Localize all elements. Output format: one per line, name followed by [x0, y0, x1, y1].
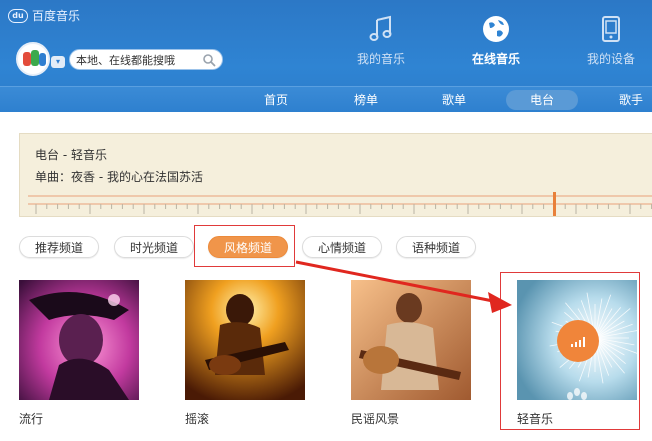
- subnav-home[interactable]: 首页: [252, 90, 300, 110]
- station-cover-folk[interactable]: [351, 280, 471, 400]
- tab-era-channel[interactable]: 时光频道: [114, 236, 194, 258]
- sub-navigation: 首页 榜单 歌单 电台 歌手: [0, 86, 652, 112]
- subnav-charts[interactable]: 榜单: [342, 90, 390, 110]
- subnav-radio[interactable]: 电台: [506, 90, 578, 110]
- baidu-music-logo-icon: du: [8, 8, 28, 23]
- baidu-paw-logo-icon: [567, 388, 587, 411]
- song-title: 单曲：夜香 - 我的心在法国苏活: [35, 170, 203, 184]
- search-icon[interactable]: [202, 53, 216, 67]
- tab-my-device-label: 我的设备: [586, 52, 635, 66]
- highlight-box-style-tab: [194, 225, 295, 267]
- app-title-text: 百度音乐: [32, 9, 81, 23]
- now-playing-panel: 电台 - 轻音乐 单曲：夜香 - 我的心在法国苏活: [19, 133, 652, 217]
- app-title: du 百度音乐: [8, 7, 80, 24]
- baidu-watermark: [560, 382, 640, 422]
- tab-my-music-label: 我的音乐: [356, 52, 405, 66]
- timeline-marker: [553, 192, 556, 216]
- search-input[interactable]: [76, 52, 202, 68]
- tab-online-music[interactable]: 在线音乐: [456, 14, 536, 67]
- tab-my-device[interactable]: 我的设备: [571, 14, 651, 67]
- device-icon: [602, 16, 620, 42]
- music-note-icon: [369, 15, 392, 41]
- station-card-folk[interactable]: 民谣风景: [351, 280, 471, 426]
- tab-recommended-channel[interactable]: 推荐频道: [19, 236, 99, 258]
- subnav-playlists[interactable]: 歌单: [430, 90, 478, 110]
- avatar-dropdown-icon[interactable]: ▾: [51, 56, 65, 68]
- globe-icon: [483, 16, 509, 42]
- station-card-rock[interactable]: 摇滚: [185, 280, 305, 426]
- station-label-folk[interactable]: 民谣风景: [351, 410, 399, 427]
- tab-mood-channel[interactable]: 心情频道: [302, 236, 382, 258]
- channel-tabs: 推荐频道 时光频道 风格频道 心情频道 语种频道: [0, 234, 652, 260]
- station-card-pop[interactable]: 流行: [19, 280, 139, 426]
- header-bar: du 百度音乐 ▾ 我的音乐 在线音乐 我的: [0, 0, 652, 112]
- station-cover-pop[interactable]: [19, 280, 139, 400]
- station-cover-rock[interactable]: [185, 280, 305, 400]
- tab-online-music-label: 在线音乐: [471, 52, 520, 66]
- subnav-artists[interactable]: 歌手: [610, 90, 652, 110]
- search-box[interactable]: [69, 49, 223, 70]
- station-label-pop[interactable]: 流行: [19, 410, 43, 427]
- tab-my-music[interactable]: 我的音乐: [341, 14, 421, 67]
- avatar[interactable]: [16, 42, 50, 76]
- station-label-rock[interactable]: 摇滚: [185, 410, 209, 427]
- station-title: 电台 - 轻音乐: [35, 148, 107, 162]
- frequency-timeline[interactable]: [28, 192, 652, 216]
- tab-language-channel[interactable]: 语种频道: [396, 236, 476, 258]
